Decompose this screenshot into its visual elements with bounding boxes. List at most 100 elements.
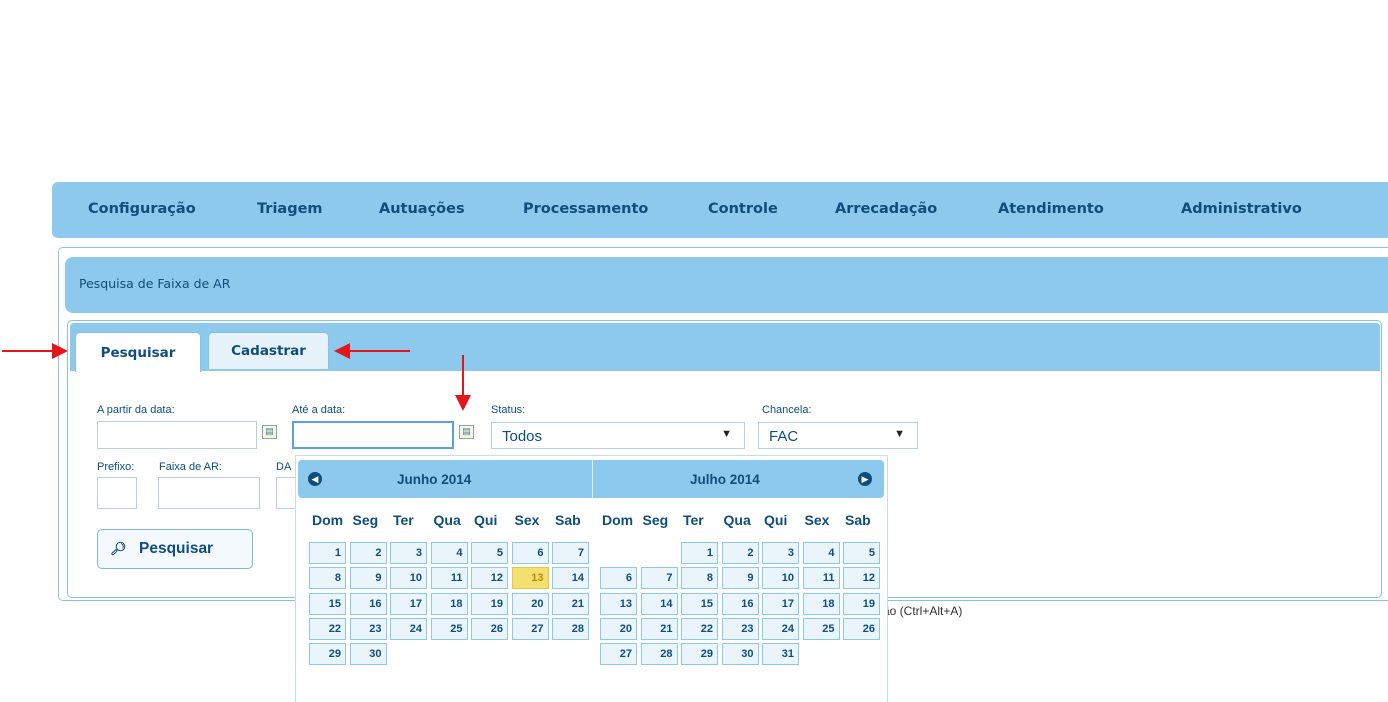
calendar-icon[interactable]: ▤ bbox=[459, 425, 474, 439]
june-day-cell[interactable]: 8 bbox=[309, 567, 346, 590]
july-day-cell[interactable]: 11 bbox=[802, 567, 840, 590]
july-day-cell[interactable]: 3 bbox=[762, 542, 799, 564]
june-day-cell[interactable]: 16 bbox=[349, 592, 387, 615]
june-day-cell[interactable]: 25 bbox=[430, 617, 468, 640]
july-day-cell[interactable]: 25 bbox=[802, 617, 840, 640]
june-day-cell[interactable]: 30 bbox=[349, 643, 387, 666]
june-day-cell[interactable]: 9 bbox=[349, 567, 387, 590]
tab-cadastrar[interactable]: Cadastrar bbox=[208, 332, 329, 369]
july-day-cell[interactable]: 19 bbox=[843, 592, 880, 615]
july-day-cell[interactable]: 29 bbox=[681, 643, 718, 666]
next-month-icon[interactable]: ▶ bbox=[858, 472, 872, 486]
june-day-cell[interactable]: 13 bbox=[511, 567, 549, 590]
to-date-label: Até a data: bbox=[292, 404, 346, 416]
july-day-cell[interactable]: 22 bbox=[681, 617, 718, 640]
chevron-down-icon: ▼ bbox=[721, 428, 732, 440]
menu-administrativo[interactable]: Administrativo bbox=[1181, 201, 1302, 217]
chevron-down-icon: ▼ bbox=[894, 428, 905, 440]
june-day-cell[interactable]: 28 bbox=[552, 617, 589, 640]
july-day-cell[interactable]: 23 bbox=[721, 617, 759, 640]
menu-atendimento[interactable]: Atendimento bbox=[998, 201, 1104, 217]
june-day-cell[interactable]: 19 bbox=[471, 592, 508, 615]
july-day-cell[interactable]: 15 bbox=[681, 592, 718, 615]
search-button-label: Pesquisar bbox=[139, 540, 214, 557]
june-day-cell[interactable]: 1 bbox=[309, 542, 346, 564]
menu-arrecadacao[interactable]: Arrecadação bbox=[835, 201, 937, 217]
july-day-cell[interactable]: 27 bbox=[600, 643, 637, 666]
chancela-select[interactable]: FAC ▼ bbox=[758, 422, 918, 449]
red-arrow-icon bbox=[2, 343, 68, 359]
july-day-cell[interactable]: 10 bbox=[762, 567, 799, 590]
menu-processamento[interactable]: Processamento bbox=[523, 201, 648, 217]
june-day-cell[interactable]: 20 bbox=[511, 592, 549, 615]
july-day-cell[interactable]: 5 bbox=[843, 542, 880, 564]
june-day-cell[interactable]: 7 bbox=[552, 542, 589, 564]
july-day-cell[interactable]: 1 bbox=[681, 542, 718, 564]
july-day-cell[interactable]: 24 bbox=[762, 617, 799, 640]
july-day-cell[interactable]: 2 bbox=[721, 542, 759, 564]
june-day-cell[interactable]: 2 bbox=[349, 542, 387, 564]
june-day-cell[interactable]: 26 bbox=[471, 617, 508, 640]
july-day-cell[interactable]: 13 bbox=[600, 592, 637, 615]
weekday-label: Sab bbox=[555, 512, 581, 528]
july-day-cell[interactable]: 18 bbox=[802, 592, 840, 615]
june-day-cell[interactable]: 4 bbox=[430, 542, 468, 564]
from-date-input[interactable] bbox=[97, 421, 257, 449]
july-day-cell[interactable]: 8 bbox=[681, 567, 718, 590]
june-day-cell[interactable]: 15 bbox=[309, 592, 346, 615]
july-day-cell[interactable]: 17 bbox=[762, 592, 799, 615]
menu-configuracao[interactable]: Configuração bbox=[88, 201, 196, 217]
section-header: Pesquisa de Faixa de AR bbox=[65, 257, 1388, 313]
july-day-cell[interactable]: 14 bbox=[640, 592, 678, 615]
calendar-icon[interactable]: ▤ bbox=[262, 425, 277, 439]
prefix-label: Prefixo: bbox=[97, 461, 135, 473]
july-day-cell[interactable]: 7 bbox=[640, 567, 678, 590]
weekday-label: Dom bbox=[602, 512, 634, 528]
july-day-cell[interactable]: 6 bbox=[600, 567, 637, 590]
june-day-cell[interactable]: 10 bbox=[390, 567, 427, 590]
june-day-cell[interactable]: 17 bbox=[390, 592, 427, 615]
weekday-label: Qui bbox=[764, 512, 788, 528]
june-day-cell[interactable]: 14 bbox=[552, 567, 589, 590]
july-day-cell[interactable]: 4 bbox=[802, 542, 840, 564]
june-day-cell[interactable]: 12 bbox=[471, 567, 508, 590]
july-day-cell[interactable]: 21 bbox=[640, 617, 678, 640]
june-day-cell[interactable]: 18 bbox=[430, 592, 468, 615]
weekday-label: Qua bbox=[723, 512, 751, 528]
range-label: Faixa de AR: bbox=[159, 461, 222, 473]
july-day-cell[interactable]: 31 bbox=[762, 643, 799, 666]
june-day-cell[interactable]: 22 bbox=[309, 617, 346, 640]
july-day-cell[interactable]: 28 bbox=[640, 643, 678, 666]
june-day-cell[interactable]: 5 bbox=[471, 542, 508, 564]
da-label: DA bbox=[276, 461, 292, 473]
main-menu-bar: Configuração Triagem Autuações Processam… bbox=[52, 182, 1388, 238]
status-select[interactable]: Todos ▼ bbox=[491, 422, 745, 449]
menu-controle[interactable]: Controle bbox=[708, 201, 778, 217]
july-day-cell[interactable]: 20 bbox=[600, 617, 637, 640]
june-day-cell[interactable]: 29 bbox=[309, 643, 346, 666]
left-month-title: Junho 2014 bbox=[397, 472, 472, 487]
menu-triagem[interactable]: Triagem bbox=[257, 201, 323, 217]
july-day-cell[interactable]: 16 bbox=[721, 592, 759, 615]
june-day-cell[interactable]: 24 bbox=[390, 617, 427, 640]
search-button[interactable]: 🔎︎ Pesquisar bbox=[97, 529, 253, 569]
june-day-cell[interactable]: 27 bbox=[511, 617, 549, 640]
to-date-input[interactable] bbox=[292, 421, 454, 449]
june-day-cell[interactable]: 3 bbox=[390, 542, 427, 564]
june-day-cell[interactable]: 23 bbox=[349, 617, 387, 640]
prefix-input[interactable] bbox=[97, 477, 137, 509]
july-day-cell[interactable]: 12 bbox=[843, 567, 880, 590]
june-day-cell[interactable]: 11 bbox=[430, 567, 468, 590]
da-input[interactable] bbox=[276, 477, 296, 509]
weekday-label: Sex bbox=[514, 512, 540, 528]
july-day-cell[interactable]: 26 bbox=[843, 617, 880, 640]
tab-pesquisar[interactable]: Pesquisar bbox=[75, 332, 201, 372]
july-day-cell[interactable]: 30 bbox=[721, 643, 759, 666]
june-day-cell[interactable]: 6 bbox=[511, 542, 549, 564]
red-arrow-icon bbox=[334, 343, 410, 359]
menu-autuacoes[interactable]: Autuações bbox=[379, 201, 465, 217]
june-day-cell[interactable]: 21 bbox=[552, 592, 589, 615]
july-day-cell[interactable]: 9 bbox=[721, 567, 759, 590]
prev-month-icon[interactable]: ◀ bbox=[308, 472, 322, 486]
range-input[interactable] bbox=[158, 477, 260, 509]
